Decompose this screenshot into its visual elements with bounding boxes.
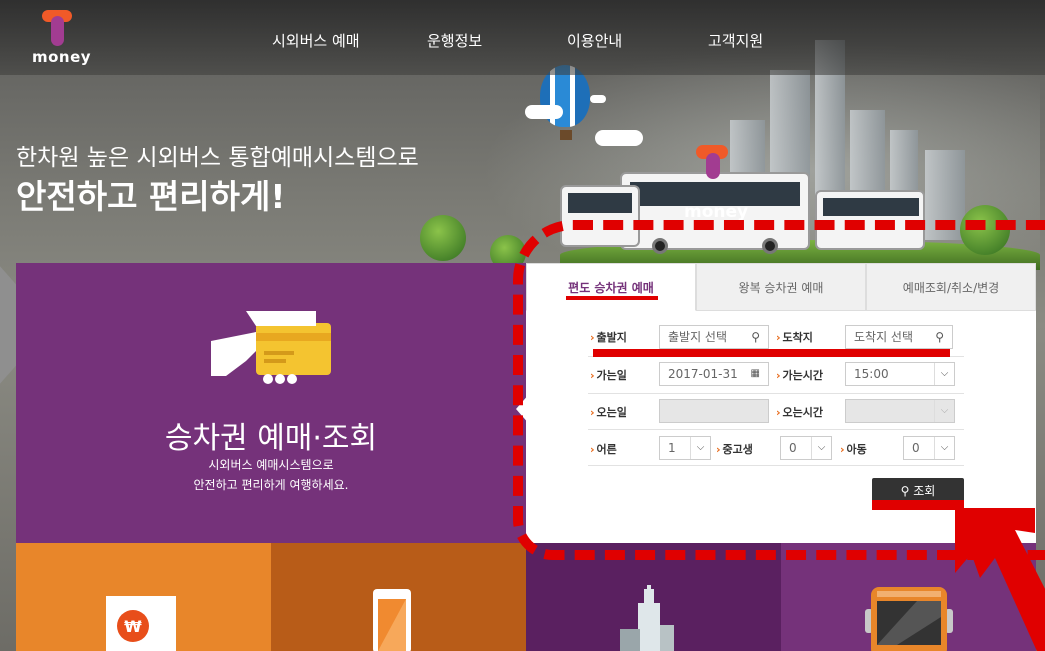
- cloud: [525, 105, 563, 119]
- site-header: money 시외버스 예매 운행정보 이용안내 고객지원: [0, 0, 1045, 75]
- hero-headline-main: 안전하고 편리하게!: [16, 177, 286, 216]
- panel-title: 승차권 예매·조회: [164, 421, 378, 456]
- building-icon: [620, 585, 674, 651]
- nav-intercity-booking[interactable]: 시외버스 예매: [272, 30, 360, 51]
- tmoney-t-logo-icon: [42, 10, 72, 46]
- bus-window: [823, 198, 919, 216]
- annotation-arrow-icon: [955, 508, 1045, 651]
- mobile-phone-icon: [373, 589, 411, 651]
- svg-text:₩: ₩: [124, 617, 142, 636]
- tmoney-t-logo-icon: [696, 145, 728, 179]
- annotation-underline-tab: [566, 296, 658, 300]
- cloud: [595, 130, 643, 146]
- balloon-basket: [560, 130, 572, 140]
- tree: [420, 215, 466, 261]
- ticket-booking-panel: 승차권 예매·조회 시외버스 예매시스템으로 안전하고 편리하게 여행하세요.: [16, 263, 526, 543]
- nav-usage-guide[interactable]: 이용안내: [567, 30, 622, 51]
- card-hand-icon: [211, 311, 331, 384]
- panel-subtitle-1: 시외버스 예매시스템으로: [208, 458, 334, 472]
- tile-mobile[interactable]: [271, 543, 526, 651]
- nav-customer-support[interactable]: 고객지원: [708, 30, 763, 51]
- won-receipt-icon: ₩: [106, 596, 176, 651]
- bus-window: [568, 193, 632, 213]
- hero-headline-sub: 한차원 높은 시외버스 통합예매시스템으로: [16, 145, 419, 171]
- tile-fare[interactable]: ₩: [16, 543, 271, 651]
- bus-logo: money: [684, 202, 749, 222]
- cloud: [590, 95, 606, 103]
- panel-subtitle-2: 안전하고 편리하게 여행하세요.: [193, 478, 349, 492]
- tmoney-logo[interactable]: money: [32, 10, 96, 68]
- annotation-underline-departure: [593, 349, 950, 357]
- logo-text: money: [32, 48, 92, 66]
- nav-schedule-info[interactable]: 운행정보: [427, 30, 482, 51]
